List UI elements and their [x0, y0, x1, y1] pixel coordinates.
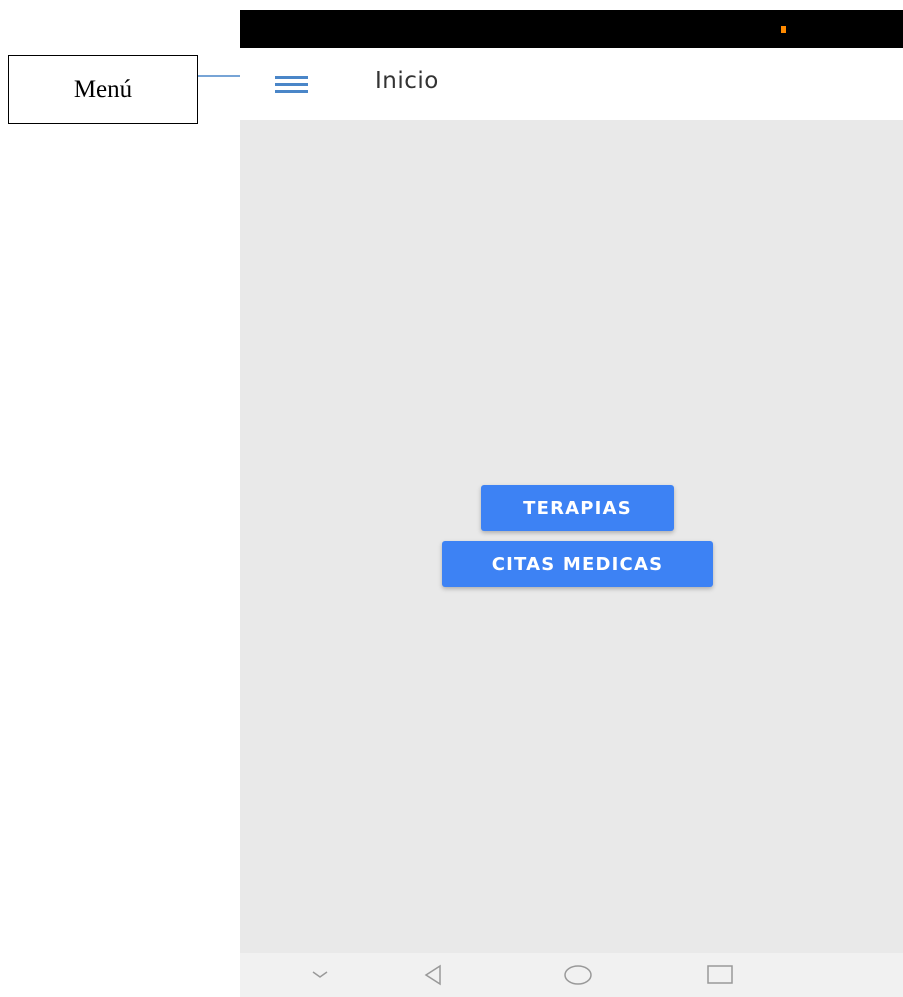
- status-bar: [240, 10, 903, 48]
- page: Menú Inicio TERAPIAS CITAS MEDICAS: [0, 0, 903, 997]
- back-triangle-icon[interactable]: [403, 953, 463, 997]
- status-indicator-icon: [781, 26, 786, 33]
- phone-screen: Inicio TERAPIAS CITAS MEDICAS: [240, 10, 903, 997]
- annotation-box: Menú: [8, 55, 198, 124]
- main-content: TERAPIAS CITAS MEDICAS: [240, 120, 903, 953]
- citas-medicas-button[interactable]: CITAS MEDICAS: [442, 541, 713, 587]
- page-title: Inicio: [375, 68, 439, 94]
- app-bar: Inicio: [240, 48, 903, 120]
- system-nav-bar: [240, 953, 903, 997]
- chevron-down-icon[interactable]: [290, 953, 350, 997]
- annotation-label: Menú: [73, 75, 133, 103]
- home-circle-icon[interactable]: [548, 953, 608, 997]
- recents-square-icon[interactable]: [690, 953, 750, 997]
- hamburger-menu-icon[interactable]: [274, 70, 310, 98]
- terapias-button[interactable]: TERAPIAS: [481, 485, 674, 531]
